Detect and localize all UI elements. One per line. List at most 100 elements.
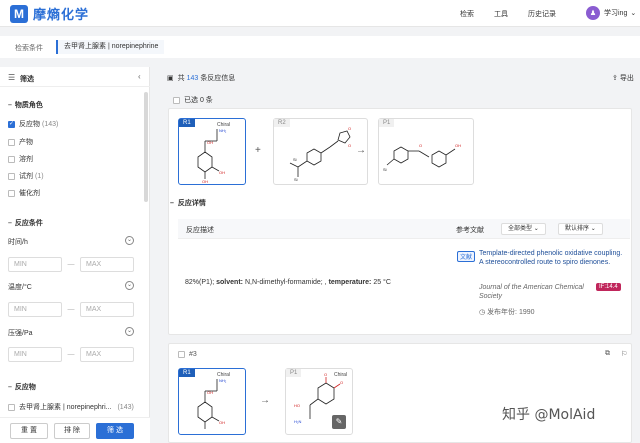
- pressure-range: MIN — MAX: [8, 347, 134, 362]
- reagent-structure: O O Si Si: [289, 126, 351, 182]
- user-name: 学习ing: [604, 10, 628, 17]
- svg-text:NH₂: NH₂: [219, 378, 227, 383]
- reaction-arrow: →: [356, 145, 366, 156]
- literature-badge: 文献: [457, 251, 476, 262]
- molecule-r2[interactable]: R2 O O Si Si: [273, 118, 368, 185]
- results-count: 143: [186, 74, 199, 82]
- pressure-min-input[interactable]: MIN: [8, 347, 62, 362]
- results-prefix: 共: [177, 75, 185, 82]
- molecule-tag: P1: [286, 369, 302, 377]
- molecule-tag: R1: [179, 369, 195, 377]
- nav-history[interactable]: 历史记录: [528, 9, 556, 19]
- checkbox-icon: [173, 96, 180, 104]
- norepinephrine-structure: NH₂ OH OH OH: [197, 128, 227, 184]
- reaction-number: #3: [178, 351, 197, 358]
- col-reference: 参考文献: [456, 227, 484, 234]
- role-count: (143): [42, 120, 59, 128]
- export-label: 导出: [619, 75, 634, 82]
- desc-temp-value: 25 °C: [373, 279, 391, 286]
- temperature-max-input[interactable]: MAX: [80, 302, 134, 317]
- checkbox-icon: [8, 403, 15, 411]
- results-summary: ▣ 共 143 条反应信息: [167, 73, 235, 83]
- temperature-label: 温度/°C: [8, 284, 32, 291]
- user-menu[interactable]: ♟ 学习ing ⌄: [586, 6, 636, 20]
- desc-solvent-key: solvent:: [216, 279, 243, 286]
- nav-tools[interactable]: 工具: [494, 9, 508, 19]
- section-reactant[interactable]: 反应物: [8, 382, 36, 392]
- checkbox-icon: [8, 155, 15, 163]
- exclude-button[interactable]: 排 除: [54, 423, 90, 439]
- filter-sidebar: ☰ 筛选 ‹ 物质角色 反应物(143) 产物 溶剂 试剂(1) 催化剂 反应条…: [0, 67, 150, 443]
- section-role[interactable]: 物质角色: [8, 100, 43, 110]
- copy-icon[interactable]: ⧉: [605, 350, 610, 358]
- pressure-max-input[interactable]: MAX: [80, 347, 134, 362]
- chevron-down-icon[interactable]: ⌄: [125, 236, 134, 245]
- sort-dropdown[interactable]: 默认排序 ⌄: [558, 223, 603, 235]
- details-toggle[interactable]: 反应详情: [170, 198, 206, 208]
- filter-button[interactable]: 筛 选: [96, 423, 134, 439]
- reference-journal[interactable]: Journal of the American Chemical Society: [479, 283, 594, 301]
- section-conditions[interactable]: 反应条件: [8, 218, 43, 228]
- time-max-input[interactable]: MAX: [80, 257, 134, 272]
- molecule-r1[interactable]: R1 Chiral NH₂ OH OH: [178, 368, 246, 435]
- svg-text:Si: Si: [293, 157, 297, 162]
- reaction-arrow: →: [260, 395, 270, 406]
- role-solvent-checkbox[interactable]: 溶剂: [8, 154, 33, 164]
- molecule-tag: R1: [179, 119, 195, 127]
- range-dash: —: [67, 306, 75, 313]
- bookmark-icon[interactable]: ⚐: [621, 350, 627, 358]
- type-dropdown[interactable]: 全部类型 ⌄: [501, 223, 546, 235]
- svg-text:OH: OH: [219, 420, 225, 425]
- export-button[interactable]: ⇪ 导出: [612, 73, 634, 83]
- collapse-icon[interactable]: ‹: [138, 72, 141, 81]
- nav-search[interactable]: 检索: [460, 9, 474, 19]
- impact-factor-badge: IF:14.4: [596, 283, 621, 291]
- edit-structure-icon[interactable]: ✎: [332, 415, 346, 429]
- svg-text:O: O: [348, 143, 351, 148]
- chiral-label: Chiral: [217, 372, 231, 378]
- svg-text:NH₂: NH₂: [219, 128, 227, 133]
- chiral-label: Chiral: [217, 122, 231, 128]
- watermark: 知乎 @MolAid: [502, 407, 596, 423]
- molecule-p1[interactable]: P1 Chiral O O HO H₂N ✎: [285, 368, 353, 435]
- role-reactant-checkbox[interactable]: 反应物(143): [8, 119, 58, 129]
- year-value: 1990: [518, 309, 535, 316]
- svg-text:O: O: [340, 380, 343, 385]
- clock-icon: ◷: [479, 309, 486, 316]
- product-structure: O OH Si: [383, 143, 461, 172]
- filter-icon: ☰: [8, 73, 16, 82]
- svg-text:OH: OH: [455, 143, 461, 148]
- norepinephrine-structure: NH₂ OH OH: [197, 378, 227, 429]
- role-count: (1): [35, 172, 44, 180]
- range-dash: —: [67, 261, 75, 268]
- reactant-item-checkbox[interactable]: 去甲肾上腺素 | norepinephri... (143): [8, 402, 134, 412]
- chevron-down-icon: ⌄: [630, 10, 637, 17]
- logo-icon: M: [10, 4, 28, 23]
- reset-button[interactable]: 重 置: [10, 423, 48, 439]
- reference-title[interactable]: Template-directed phenolic oxidative cou…: [479, 249, 624, 267]
- temperature-min-input[interactable]: MIN: [8, 302, 62, 317]
- col-description: 反应描述: [186, 227, 214, 234]
- logo[interactable]: M 摩熵化学: [10, 4, 89, 23]
- condition-chip[interactable]: 去甲肾上腺素 | norepinephrine: [56, 40, 165, 54]
- select-all[interactable]: 已选 0 条: [173, 95, 213, 105]
- sidebar-footer: 重 置 排 除 筛 选: [0, 417, 150, 443]
- sidebar-scrollbar[interactable]: [144, 92, 148, 202]
- role-catalyst-checkbox[interactable]: 催化剂: [8, 188, 40, 198]
- time-min-input[interactable]: MIN: [8, 257, 62, 272]
- molecule-p1[interactable]: P1 O OH Si: [378, 118, 474, 185]
- time-label: 时间/h: [8, 239, 28, 246]
- role-label: 催化剂: [19, 190, 40, 197]
- chevron-down-icon[interactable]: ⌄: [125, 281, 134, 290]
- checkbox-icon: [8, 138, 15, 146]
- chevron-down-icon[interactable]: ⌄: [125, 327, 134, 336]
- checkbox-icon[interactable]: [178, 351, 185, 358]
- svg-text:Si: Si: [294, 177, 298, 182]
- role-product-checkbox[interactable]: 产物: [8, 137, 33, 147]
- svg-text:Si: Si: [383, 167, 387, 172]
- results-suffix: 条反应信息: [200, 75, 236, 82]
- role-label: 反应物: [19, 121, 40, 128]
- role-label: 试剂: [19, 173, 33, 180]
- role-reagent-checkbox[interactable]: 试剂 (1): [8, 171, 44, 181]
- molecule-r1[interactable]: R1 Chiral NH₂ OH OH OH: [178, 118, 246, 185]
